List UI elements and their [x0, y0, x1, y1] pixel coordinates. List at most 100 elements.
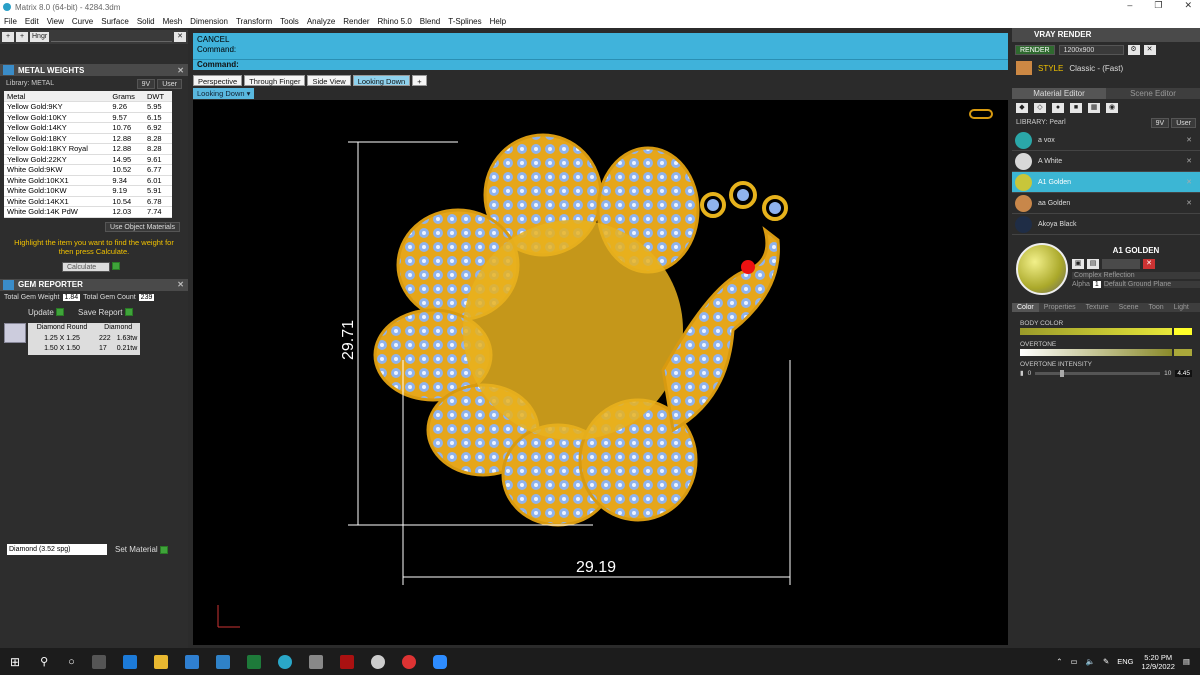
table-row[interactable]: 1.25 X 1.25 222 1.63tw — [28, 333, 141, 344]
table-row[interactable]: 1.50 X 1.50 17 0.21tw — [28, 343, 141, 355]
pen-icon[interactable]: ✎ — [1103, 657, 1109, 666]
search-icon[interactable]: ⚲ — [40, 655, 48, 668]
close-icon[interactable]: ✕ — [1186, 199, 1192, 207]
viewport[interactable]: 29.71 29.19 — [193, 100, 1008, 645]
list-item[interactable]: Akoya Black — [1012, 214, 1200, 235]
overtone-swatch[interactable] — [1174, 349, 1192, 356]
menu-analyze[interactable]: Analyze — [307, 17, 335, 26]
close-icon[interactable]: ✕ — [174, 32, 186, 42]
tab-color[interactable]: Color — [1012, 303, 1039, 312]
save-icon[interactable]: ▤ — [1087, 259, 1099, 269]
volume-icon[interactable]: 🔈 — [1086, 657, 1095, 666]
save-report-button[interactable]: Save Report — [78, 308, 133, 317]
list-item[interactable]: a vox ✕ — [1012, 130, 1200, 151]
table-row[interactable]: White Gold:14KX1 10.54 6.78 — [4, 196, 172, 207]
table-row[interactable]: Yellow Gold:22KY 14.95 9.61 — [4, 154, 172, 165]
menu-solid[interactable]: Solid — [137, 17, 155, 26]
tab-side-view[interactable]: Side View — [307, 75, 351, 86]
close-button[interactable]: ✕ — [1184, 0, 1192, 11]
tray-chevron-icon[interactable]: ⌃ — [1056, 657, 1062, 666]
table-row[interactable]: White Gold:10KX1 9.34 6.01 — [4, 175, 172, 186]
close-icon[interactable]: ✕ — [177, 66, 184, 75]
excel-icon[interactable] — [246, 654, 261, 669]
tab-perspective[interactable]: Perspective — [193, 75, 243, 86]
use-object-materials-checkbox[interactable]: Use Object Materials — [105, 221, 180, 232]
chrome-icon[interactable] — [401, 654, 416, 669]
file-explorer-icon[interactable] — [153, 654, 168, 669]
list-item[interactable]: aa Golden ✕ — [1012, 193, 1200, 214]
browser-icon[interactable] — [277, 654, 292, 669]
cortana-icon[interactable]: ○ — [68, 656, 75, 668]
resolution-field[interactable]: 1200x900 — [1058, 45, 1124, 55]
store-icon[interactable] — [184, 654, 199, 669]
grid-icon[interactable]: ▦ — [1088, 103, 1100, 113]
tab-scene[interactable]: Scene — [1114, 303, 1144, 312]
settings-icon[interactable] — [370, 654, 385, 669]
add-icon[interactable]: + — [2, 32, 14, 42]
minimize-button[interactable]: – — [1127, 0, 1132, 11]
tab-material-editor[interactable]: Material Editor — [1012, 88, 1106, 99]
table-row[interactable]: White Gold:9KW 10.52 6.77 — [4, 164, 172, 176]
hinge-button[interactable]: Hngr — [30, 32, 50, 42]
library-tab-user[interactable]: User — [157, 78, 182, 89]
column-header[interactable]: Grams — [109, 91, 144, 102]
update-button[interactable]: Update — [28, 308, 65, 317]
table-row[interactable]: Yellow Gold:10KY 9.57 6.15 — [4, 112, 172, 123]
network-icon[interactable]: ▭ — [1071, 657, 1078, 666]
alpha-value[interactable]: 1 — [1092, 281, 1101, 288]
tab-light[interactable]: Light — [1169, 303, 1194, 312]
menu-edit[interactable]: Edit — [25, 17, 39, 26]
menu-tools[interactable]: Tools — [280, 17, 299, 26]
drop-icon[interactable]: ◆ — [1016, 103, 1028, 113]
tab-through-finger[interactable]: Through Finger — [244, 75, 306, 86]
calculate-button[interactable]: Calculate — [62, 261, 110, 272]
mail-icon[interactable] — [215, 654, 230, 669]
sphere-icon[interactable]: ● — [1052, 103, 1064, 113]
palette-icon[interactable]: ▣ — [1072, 259, 1084, 269]
toolbar-slider[interactable] — [51, 32, 172, 42]
language-indicator[interactable]: ENG — [1117, 657, 1133, 666]
menu-tsplines[interactable]: T-Splines — [448, 17, 481, 26]
material-select[interactable]: Diamond (3.52 spg) — [7, 544, 107, 555]
viewport-label[interactable]: Looking Down ▾ — [193, 88, 255, 99]
menu-rhino[interactable]: Rhino 5.0 — [378, 17, 412, 26]
tab-scene-editor[interactable]: Scene Editor — [1106, 88, 1200, 99]
tab-looking-down[interactable]: Looking Down — [352, 75, 411, 86]
menu-curve[interactable]: Curve — [72, 17, 93, 26]
list-item[interactable]: A1 Golden ✕ — [1012, 172, 1200, 193]
body-color-slider[interactable] — [1020, 328, 1172, 335]
list-item[interactable]: A White ✕ — [1012, 151, 1200, 172]
set-material-button[interactable]: Set Material — [115, 545, 168, 554]
menu-view[interactable]: View — [47, 17, 64, 26]
menu-surface[interactable]: Surface — [101, 17, 129, 26]
close-icon[interactable]: ✕ — [1186, 157, 1192, 165]
bulb-icon[interactable]: ◉ — [1106, 103, 1118, 113]
library-tab-9v[interactable]: 9V — [136, 78, 156, 89]
overtone-slider[interactable] — [1020, 349, 1172, 356]
intensity-slider[interactable] — [1035, 369, 1161, 377]
add-icon[interactable]: + — [16, 32, 28, 42]
menu-help[interactable]: Help — [490, 17, 506, 26]
matrix-app-icon[interactable] — [308, 654, 323, 669]
close-icon[interactable]: ✕ — [177, 280, 184, 289]
column-header[interactable]: DWT — [143, 91, 172, 102]
zoom-icon[interactable] — [432, 654, 447, 669]
intensity-value[interactable]: 4.45 — [1175, 369, 1192, 377]
edge-icon[interactable] — [122, 654, 137, 669]
column-header[interactable]: Metal — [4, 91, 110, 102]
menu-mesh[interactable]: Mesh — [163, 17, 183, 26]
close-icon[interactable]: ✕ — [1143, 45, 1156, 55]
render-button[interactable]: RENDER — [1015, 45, 1055, 55]
clock[interactable]: 5:20 PM 12/9/2022 — [1142, 653, 1175, 671]
view-cube-icon[interactable] — [969, 109, 993, 119]
table-row[interactable]: White Gold:10KW 9.19 5.91 — [4, 185, 172, 197]
notifications-icon[interactable]: ▤ — [1183, 657, 1190, 666]
maximize-button[interactable]: ❐ — [1154, 0, 1162, 11]
material-field[interactable] — [1102, 259, 1140, 269]
library-tab-user[interactable]: User — [1171, 117, 1196, 128]
table-row[interactable]: Yellow Gold:9KY 9.26 5.95 — [4, 101, 172, 113]
menu-blend[interactable]: Blend — [420, 17, 440, 26]
add-tab-icon[interactable]: + — [412, 75, 427, 86]
close-icon[interactable]: ✕ — [1186, 136, 1192, 144]
body-color-swatch[interactable] — [1174, 328, 1192, 335]
